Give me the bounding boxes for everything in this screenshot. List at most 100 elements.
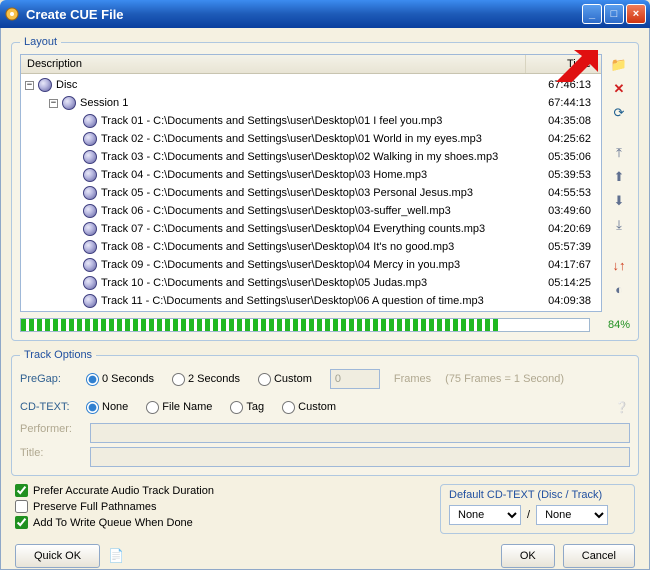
close-button[interactable]: × [626, 4, 646, 24]
title-label: Title: [20, 447, 80, 467]
cdtext-custom-radio[interactable]: Custom [282, 401, 336, 414]
cancel-button[interactable]: Cancel [563, 544, 635, 568]
tree-row-session[interactable]: − Session 1 67:44:13 [21, 94, 601, 112]
track-icon [83, 186, 97, 200]
toggle-button[interactable]: ◐ [610, 280, 628, 298]
quick-ok-button[interactable]: Quick OK [15, 544, 100, 568]
tree-row-track[interactable]: Track 10 - C:\Documents and Settings\use… [21, 274, 601, 292]
preserve-pathnames-checkbox[interactable]: Preserve Full Pathnames [15, 500, 214, 513]
row-label: Disc [56, 79, 77, 91]
default-cdtext-group: Default CD-TEXT (Disc / Track) None / No… [440, 484, 635, 534]
row-time: 05:39:53 [533, 169, 601, 181]
row-time: 03:49:60 [533, 205, 601, 217]
window-title: Create CUE File [26, 7, 582, 22]
disc-icon [38, 78, 52, 92]
cdtext-label: CD-TEXT: [20, 401, 80, 413]
pregap-custom-input[interactable] [330, 369, 380, 389]
separator: / [527, 509, 530, 521]
tree-row-track[interactable]: Track 06 - C:\Documents and Settings\use… [21, 202, 601, 220]
client-area: Layout Description Time − Disc [0, 28, 650, 570]
delete-button[interactable]: ✕ [610, 80, 628, 98]
track-icon [83, 276, 97, 290]
pregap-label: PreGap: [20, 373, 80, 385]
tree-row-track[interactable]: Track 04 - C:\Documents and Settings\use… [21, 166, 601, 184]
row-time: 05:35:06 [533, 151, 601, 163]
pregap-2s-radio[interactable]: 2 Seconds [172, 373, 240, 386]
ok-button[interactable]: OK [501, 544, 555, 568]
move-top-button[interactable]: ⤒ [610, 144, 628, 162]
performer-label: Performer: [20, 423, 80, 443]
row-label: Session 1 [80, 97, 128, 109]
row-time: 04:35:08 [533, 115, 601, 127]
track-tree[interactable]: Description Time − Disc 67:46:13 [20, 54, 602, 312]
tree-row-track[interactable]: Track 07 - C:\Documents and Settings\use… [21, 220, 601, 238]
default-track-select[interactable]: None [536, 505, 608, 525]
track-icon [83, 294, 97, 308]
row-label: Track 03 - C:\Documents and Settings\use… [101, 151, 498, 163]
move-bottom-button[interactable]: ⤓ [610, 216, 628, 234]
tree-row-track[interactable]: Track 01 - C:\Documents and Settings\use… [21, 112, 601, 130]
cdtext-filename-radio[interactable]: File Name [146, 401, 212, 414]
row-label: Track 05 - C:\Documents and Settings\use… [101, 187, 473, 199]
tree-row-track[interactable]: Track 09 - C:\Documents and Settings\use… [21, 256, 601, 274]
row-label: Track 09 - C:\Documents and Settings\use… [101, 259, 460, 271]
move-down-button[interactable]: ⬇ [610, 192, 628, 210]
track-options-group: Track Options PreGap: 0 Seconds 2 Second… [11, 349, 639, 476]
row-label: Track 04 - C:\Documents and Settings\use… [101, 169, 427, 181]
move-up-button[interactable]: ⬆ [610, 168, 628, 186]
row-label: Track 08 - C:\Documents and Settings\use… [101, 241, 454, 253]
layout-legend: Layout [20, 36, 61, 48]
refresh-button[interactable]: ⟳ [610, 104, 628, 122]
frames-label: Frames [394, 373, 431, 385]
pregap-0s-radio[interactable]: 0 Seconds [86, 373, 154, 386]
row-time: 04:17:67 [533, 259, 601, 271]
row-label: Track 02 - C:\Documents and Settings\use… [101, 133, 482, 145]
track-icon [83, 222, 97, 236]
performer-input[interactable] [90, 423, 630, 443]
tree-row-track[interactable]: Track 11 - C:\Documents and Settings\use… [21, 292, 601, 310]
cdtext-none-radio[interactable]: None [86, 401, 128, 414]
row-time: 67:46:13 [533, 79, 601, 91]
row-time: 05:14:25 [533, 277, 601, 289]
column-description[interactable]: Description [21, 55, 526, 73]
tree-row-disc[interactable]: − Disc 67:46:13 [21, 76, 601, 94]
tree-row-track[interactable]: Track 03 - C:\Documents and Settings\use… [21, 148, 601, 166]
expander-icon[interactable]: − [25, 81, 34, 90]
default-disc-select[interactable]: None [449, 505, 521, 525]
pregap-custom-radio[interactable]: Custom [258, 373, 312, 386]
row-label: Track 10 - C:\Documents and Settings\use… [101, 277, 427, 289]
row-label: Track 11 - C:\Documents and Settings\use… [101, 295, 484, 307]
tree-row-track[interactable]: Track 02 - C:\Documents and Settings\use… [21, 130, 601, 148]
document-icon[interactable]: 📄 [108, 548, 124, 564]
capacity-progress [20, 318, 590, 332]
add-write-queue-checkbox[interactable]: Add To Write Queue When Done [15, 516, 214, 529]
row-time: 04:25:62 [533, 133, 601, 145]
titlebar: Create CUE File _ □ × [0, 0, 650, 28]
cdtext-tag-radio[interactable]: Tag [230, 401, 264, 414]
row-time: 04:09:38 [533, 295, 601, 307]
minimize-button[interactable]: _ [582, 4, 602, 24]
open-folder-button[interactable]: 📁 [610, 56, 628, 74]
track-icon [83, 132, 97, 146]
help-icon[interactable]: ❔ [614, 399, 630, 415]
tree-row-track[interactable]: Track 08 - C:\Documents and Settings\use… [21, 238, 601, 256]
expander-icon[interactable]: − [49, 99, 58, 108]
track-options-legend: Track Options [20, 349, 96, 361]
title-input[interactable] [90, 447, 630, 467]
sort-button[interactable]: ↓↑ [610, 256, 628, 274]
layout-group: Layout Description Time − Disc [11, 36, 639, 341]
column-time[interactable]: Time [526, 55, 601, 73]
default-cdtext-legend: Default CD-TEXT (Disc / Track) [449, 489, 626, 501]
tree-row-track[interactable]: Track 05 - C:\Documents and Settings\use… [21, 184, 601, 202]
app-icon [4, 6, 20, 22]
row-label: Track 01 - C:\Documents and Settings\use… [101, 115, 442, 127]
prefer-accurate-checkbox[interactable]: Prefer Accurate Audio Track Duration [15, 484, 214, 497]
tree-body[interactable]: − Disc 67:46:13 − Session 1 [21, 74, 601, 310]
maximize-button[interactable]: □ [604, 4, 624, 24]
row-time: 67:44:13 [533, 97, 601, 109]
track-icon [83, 240, 97, 254]
row-label: Track 06 - C:\Documents and Settings\use… [101, 205, 451, 217]
frames-note: (75 Frames = 1 Second) [445, 373, 564, 385]
track-icon [83, 150, 97, 164]
tree-header: Description Time [21, 55, 601, 74]
